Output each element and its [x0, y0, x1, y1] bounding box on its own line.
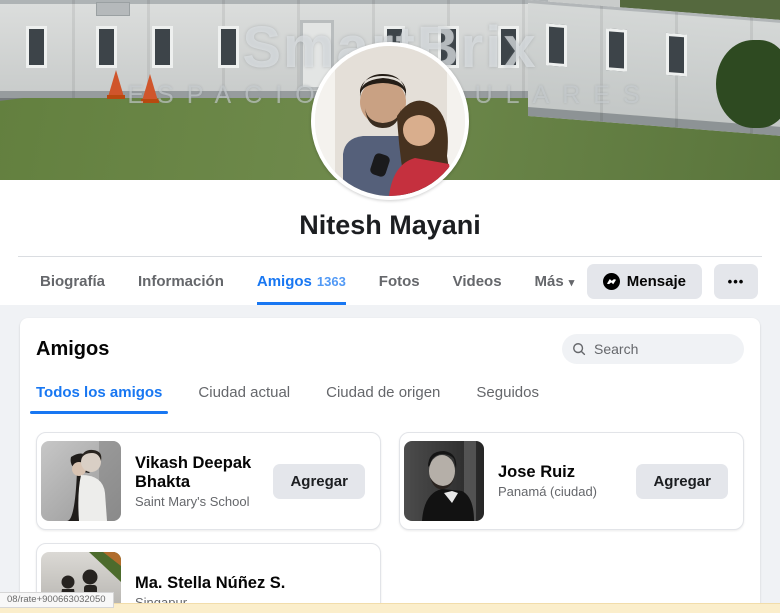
profile-tabbar: Biografía Información Amigos 1363 Fotos …: [18, 256, 762, 305]
facebook-profile-page: SmartBrix ESPACIOS MODULARES: [0, 0, 780, 613]
tab-informacion[interactable]: Información: [138, 257, 224, 305]
tab-videos[interactable]: Videos: [453, 257, 502, 305]
friends-grid: Vikash Deepak Bhakta Saint Mary's School…: [36, 432, 744, 613]
friend-photo-wedding-couple: [41, 441, 121, 521]
search-icon: [573, 343, 586, 356]
profile-picture[interactable]: [311, 42, 469, 200]
chevron-down-icon: ▾: [568, 276, 575, 289]
friends-card: Amigos Todos los amigos Ciudad actual Ci…: [20, 318, 760, 613]
tab-mas[interactable]: Más ▾: [535, 257, 575, 305]
more-icon: •••: [727, 273, 745, 289]
friend-photo[interactable]: [404, 441, 484, 521]
traffic-cone: [141, 74, 159, 103]
tab-amigos-label: Amigos: [256, 272, 312, 290]
subtab-ciudad-de-origen[interactable]: Ciudad de origen: [326, 384, 440, 414]
message-button[interactable]: Mensaje: [586, 263, 702, 299]
messenger-icon: [602, 272, 620, 290]
subtab-seguidos[interactable]: Seguidos: [476, 384, 539, 414]
subtab-todos-los-amigos[interactable]: Todos los amigos: [29, 384, 169, 414]
friends-search-box[interactable]: [562, 334, 744, 364]
friends-title: Amigos: [36, 337, 110, 360]
profile-photo-couple: [315, 46, 465, 196]
friend-photo[interactable]: [41, 441, 121, 521]
bottom-highlight-strip: [0, 603, 780, 613]
friend-name[interactable]: Ma. Stella Núñez S.: [135, 574, 376, 593]
friend-card: Jose Ruiz Panamá (ciudad) Agregar: [399, 432, 744, 530]
cover-bush: [716, 40, 780, 128]
add-friend-button[interactable]: Agregar: [636, 463, 728, 499]
friends-filter-tabs: Todos los amigos Ciudad actual Ciudad de…: [29, 384, 744, 414]
profile-header: Nitesh Mayani Biografía Información Amig…: [0, 42, 780, 305]
tab-amigos[interactable]: Amigos 1363: [257, 257, 346, 305]
cover-modular-building-left: [0, 0, 548, 98]
search-input[interactable]: [592, 340, 734, 358]
friend-name[interactable]: Jose Ruiz: [498, 463, 636, 482]
status-bar-link-preview: 08/rate+900663032050: [0, 592, 114, 608]
tab-mas-label: Más: [534, 272, 564, 290]
message-button-label: Mensaje: [626, 272, 686, 290]
tab-biografia[interactable]: Biografía: [40, 257, 105, 305]
friend-photo-man-portrait: [404, 441, 484, 521]
cover-ac-unit: [96, 2, 130, 16]
more-options-button[interactable]: •••: [714, 263, 758, 299]
friend-name[interactable]: Vikash Deepak Bhakta: [135, 454, 273, 492]
tab-fotos[interactable]: Fotos: [379, 257, 420, 305]
friend-detail: Panamá (ciudad): [498, 484, 597, 499]
friend-card: Vikash Deepak Bhakta Saint Mary's School…: [36, 432, 381, 530]
profile-body: Amigos Todos los amigos Ciudad actual Ci…: [0, 305, 780, 613]
tab-amigos-count: 1363: [316, 273, 346, 289]
add-friend-button[interactable]: Agregar: [273, 463, 365, 499]
friend-detail: Saint Mary's School: [135, 493, 250, 509]
traffic-cone: [107, 70, 125, 99]
subtab-ciudad-actual[interactable]: Ciudad actual: [198, 384, 290, 414]
